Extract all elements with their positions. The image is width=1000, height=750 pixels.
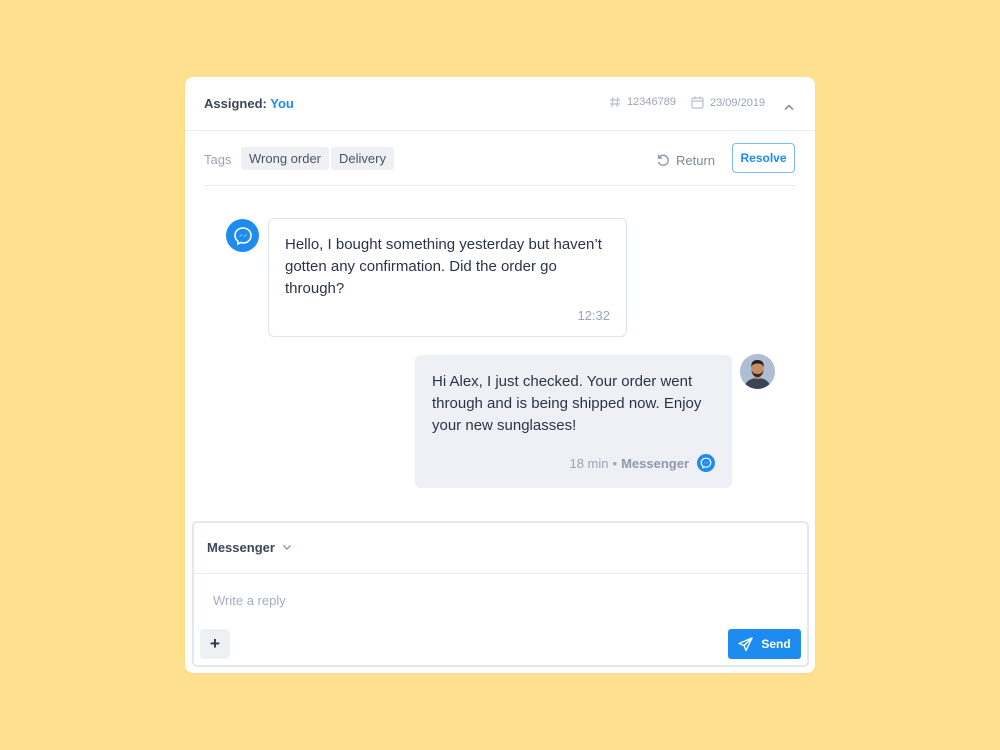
incoming-message: Hello, I bought something yesterday but … [268,218,627,337]
resolve-button[interactable]: Resolve [732,143,795,173]
ticket-date: 23/09/2019 [691,96,765,109]
date-text: 23/09/2019 [710,96,766,109]
reply-composer: Messenger + Send [192,521,809,667]
return-button[interactable]: Return [656,146,715,174]
message-text: Hi Alex, I just checked. Your order went… [432,373,702,434]
outgoing-message: Hi Alex, I just checked. Your order went… [415,355,732,488]
agent-avatar [740,354,775,389]
assigned-value[interactable]: You [270,96,294,111]
message-text: Hello, I bought something yesterday but … [285,236,602,297]
messenger-avatar [226,219,259,252]
send-label: Send [761,637,791,651]
return-label: Return [676,152,716,168]
conversation-header: Assigned: You 12346789 23/09/2019 [185,77,815,131]
messenger-icon [233,226,252,245]
collapse-button[interactable] [783,98,799,111]
tags-label: Tags [204,152,232,167]
tags-row: Tags Wrong order Delivery Return Resolve [204,131,796,186]
chevron-up-icon [784,104,794,111]
assignee: Assigned: You [204,96,294,111]
calendar-icon [691,96,704,109]
meta-separator: • [612,455,618,471]
hash-icon [610,96,620,108]
message-channel: Messenger [621,455,689,471]
ticket-id-text: 12346789 [627,96,676,108]
composer-header: Messenger [194,523,807,574]
assigned-label: Assigned: [204,96,267,111]
paper-plane-icon [738,636,754,651]
message-time: 18 min [569,455,609,471]
ticket-id: 12346789 [609,96,676,108]
undo-icon [657,154,669,166]
chevron-down-icon [282,545,291,550]
tag-delivery[interactable]: Delivery [331,147,394,170]
send-button[interactable]: Send [728,629,801,659]
conversation-card: Assigned: You 12346789 23/09/2019 Tags W… [185,77,815,673]
tag-wrong-order[interactable]: Wrong order [241,147,330,170]
message-time: 12:32 [577,308,610,323]
add-attachment-button[interactable]: + [200,629,230,659]
channel-dropdown[interactable]: Messenger [207,540,292,555]
channel-dropdown-label: Messenger [207,540,275,555]
message-meta: 18 min • Messenger [569,454,715,472]
reply-input[interactable] [207,588,799,612]
messenger-icon [697,454,715,472]
